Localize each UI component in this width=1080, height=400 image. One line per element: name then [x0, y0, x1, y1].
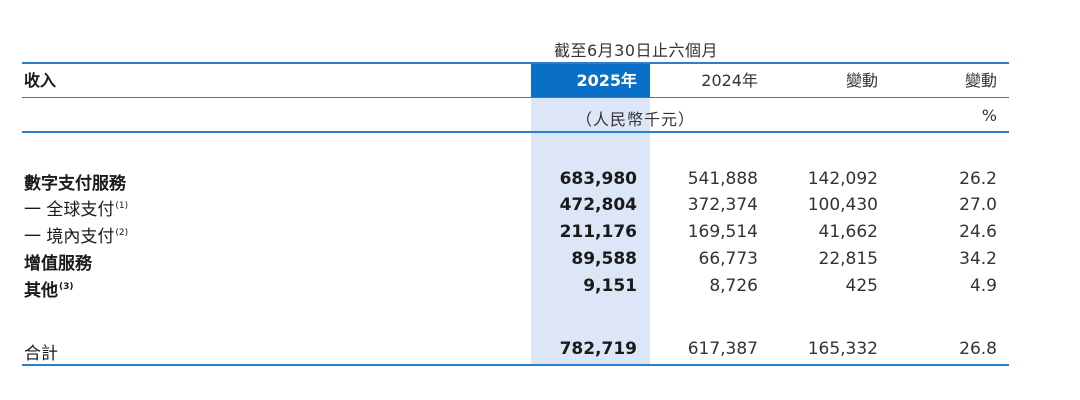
total-change: 165,332	[807, 339, 878, 359]
cell-2024: 66,773	[698, 249, 758, 269]
revenue-table-page: 截至6月30日止六個月 收入 2025年 2024年 變動 變動 （人民幣千元）…	[0, 0, 1080, 400]
header-2025: 2025年	[576, 71, 637, 90]
cell-pct: 4.9	[969, 276, 997, 296]
cell-change: 22,815	[818, 249, 878, 269]
cell-2025: 89,588	[571, 249, 637, 269]
total-2025: 782,719	[559, 339, 637, 359]
rule-top	[22, 62, 1009, 64]
header-change: 變動	[845, 71, 878, 90]
table-row: 一 全球支付(1) 472,804 372,374 100,430 27.0	[0, 195, 1080, 221]
cell-change: 41,662	[818, 222, 878, 242]
rule-unit	[22, 131, 1009, 133]
cell-pct: 27.0	[959, 195, 997, 215]
total-row: 合計 782,719 617,387 165,332 26.8	[0, 339, 1080, 365]
percent-sign: %	[981, 106, 997, 125]
total-pct: 26.8	[959, 339, 997, 359]
cell-2024: 541,888	[687, 169, 758, 189]
cell-change: 142,092	[807, 169, 878, 189]
row-label: 其他(3)	[24, 281, 74, 301]
rule-header	[22, 97, 1009, 98]
cell-2025: 683,980	[559, 169, 637, 189]
row-label: 一 全球支付(1)	[24, 200, 129, 220]
unit-label: （人民幣千元）	[576, 110, 696, 129]
cell-2024: 372,374	[687, 195, 758, 215]
cell-2025: 472,804	[559, 195, 637, 215]
cell-change: 425	[845, 276, 878, 296]
cell-change: 100,430	[807, 195, 878, 215]
table-row: 數字支付服務 683,980 541,888 142,092 26.2	[0, 169, 1080, 195]
cell-2024: 8,726	[709, 276, 758, 296]
header-revenue-label: 收入	[24, 71, 57, 90]
total-2024: 617,387	[687, 339, 758, 359]
table-row: 其他(3) 9,151 8,726 425 4.9	[0, 276, 1080, 302]
period-heading: 截至6月30日止六個月	[554, 41, 719, 60]
header-change-pct: 變動	[964, 71, 997, 90]
cell-2025: 211,176	[559, 222, 637, 242]
table-row: 增值服務 89,588 66,773 22,815 34.2	[0, 249, 1080, 275]
row-label: 數字支付服務	[24, 174, 126, 194]
cell-pct: 34.2	[959, 249, 997, 269]
cell-2025: 9,151	[583, 276, 637, 296]
cell-pct: 26.2	[959, 169, 997, 189]
table-row: 一 境內支付(2) 211,176 169,514 41,662 24.6	[0, 222, 1080, 248]
cell-2024: 169,514	[687, 222, 758, 242]
total-label: 合計	[24, 344, 58, 364]
row-label: 增值服務	[24, 254, 92, 274]
header-2024: 2024年	[701, 71, 758, 90]
row-label: 一 境內支付(2)	[24, 227, 129, 247]
cell-pct: 24.6	[959, 222, 997, 242]
